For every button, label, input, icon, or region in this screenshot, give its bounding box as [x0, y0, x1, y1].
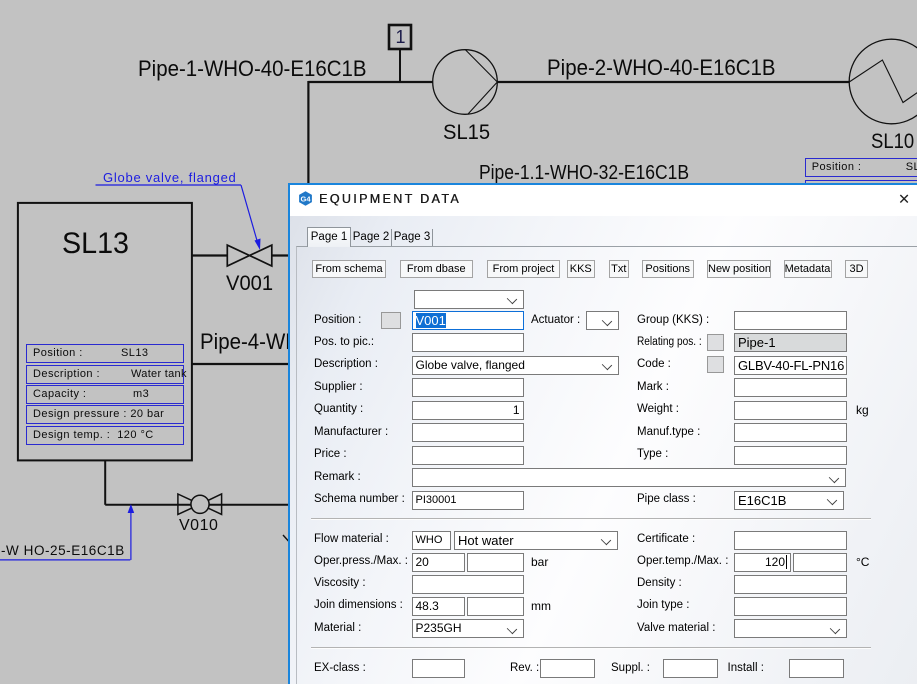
svg-text:G4: G4	[300, 195, 311, 204]
